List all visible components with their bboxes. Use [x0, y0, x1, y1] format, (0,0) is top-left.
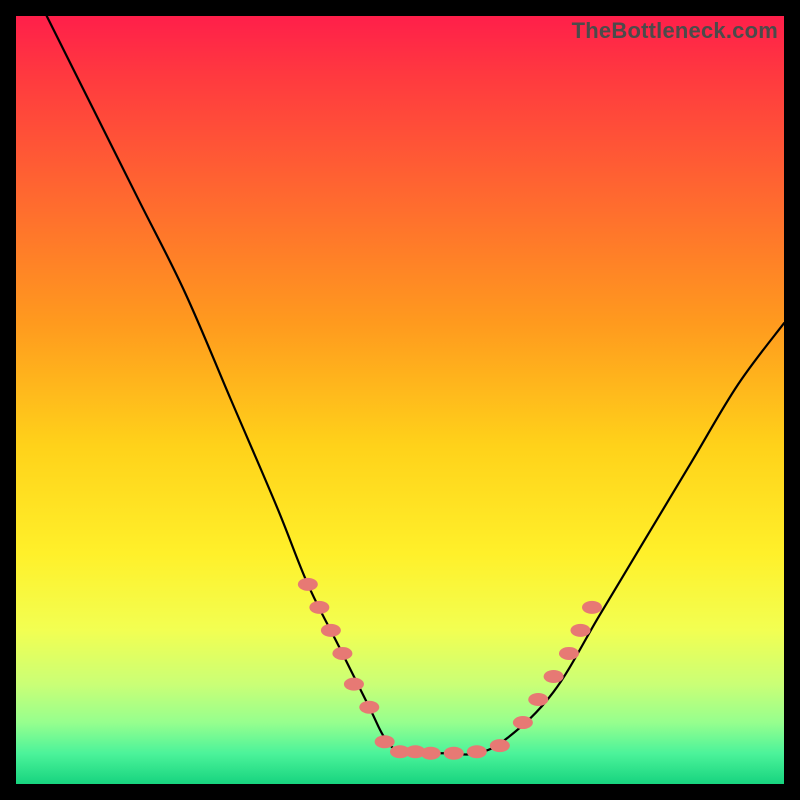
plot-area: TheBottleneck.com — [16, 16, 784, 784]
chart-frame: TheBottleneck.com — [16, 16, 784, 784]
background-gradient — [16, 16, 784, 784]
